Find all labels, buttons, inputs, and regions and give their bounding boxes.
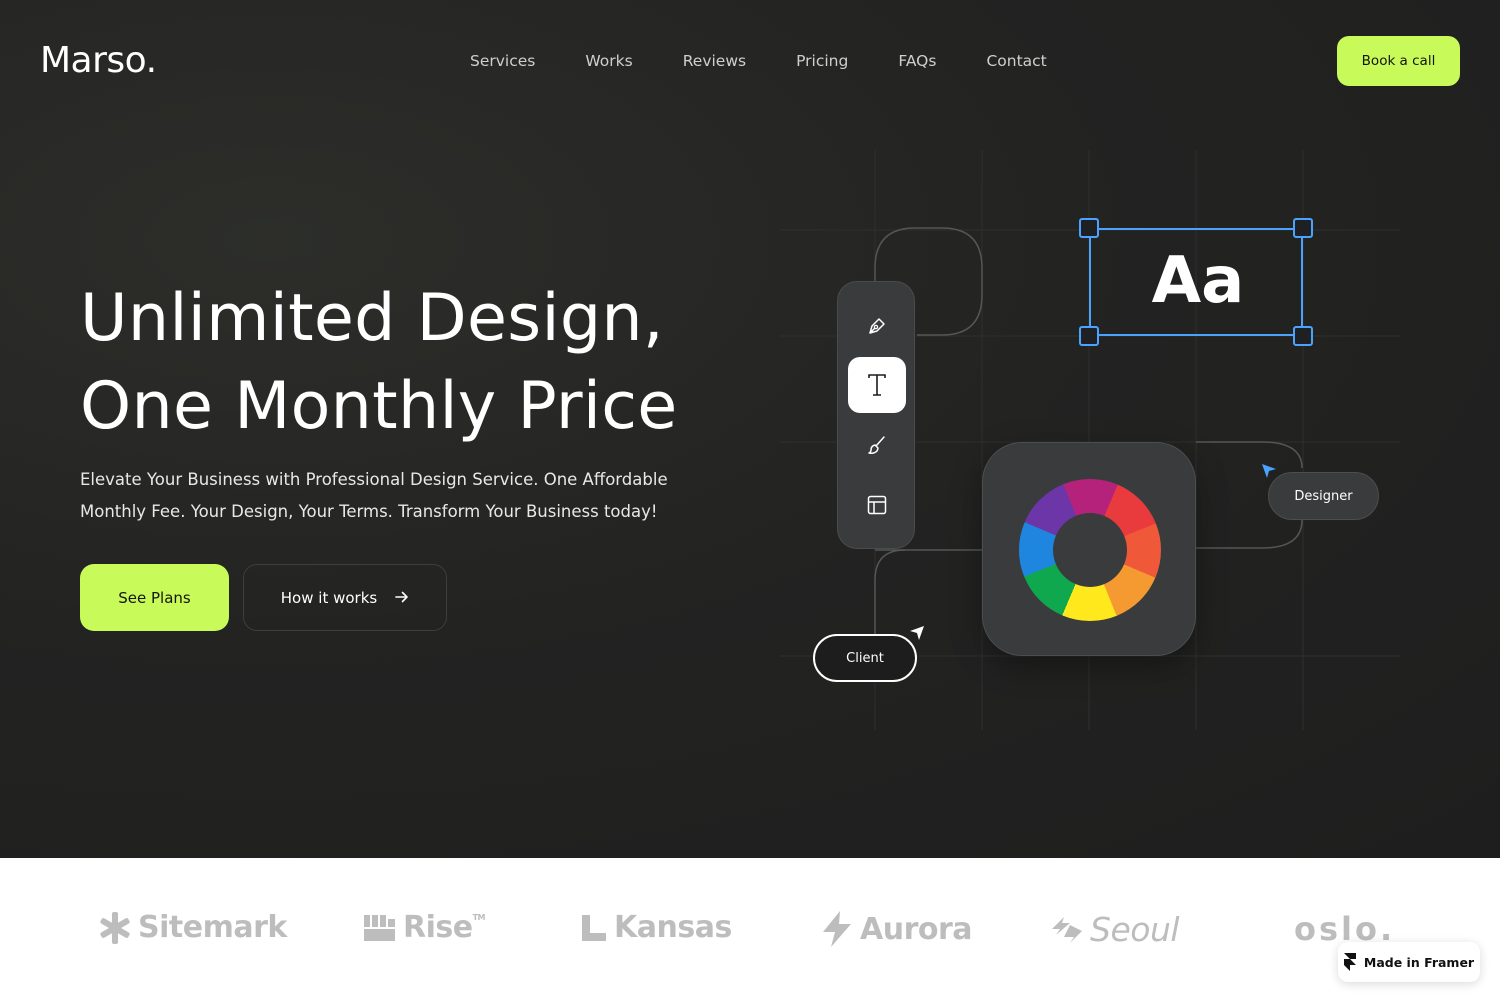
hero-section: Marso. Services Works Reviews Pricing FA… xyxy=(0,0,1500,858)
hero-subheadline: Elevate Your Business with Professional … xyxy=(80,470,668,521)
design-tool-illustration: Aa Designer Client xyxy=(780,150,1500,750)
logo-rise: Rise TM xyxy=(363,910,486,945)
client-logos-strip: Sitemark Rise TM Kansas Aurora Seoul oslo… xyxy=(0,858,1500,1000)
aurora-icon xyxy=(823,911,851,947)
brush-tool-icon[interactable] xyxy=(848,417,906,473)
logo-kansas: Kansas xyxy=(580,910,732,945)
text-tool-icon[interactable] xyxy=(848,357,906,413)
tool-palette xyxy=(837,281,915,549)
color-wheel-center xyxy=(1053,513,1127,587)
sitemark-icon xyxy=(100,911,130,944)
how-it-works-label: How it works xyxy=(280,588,378,607)
nav-link-contact[interactable]: Contact xyxy=(986,52,1046,70)
headline-line-1: Unlimited Design, xyxy=(80,281,664,356)
rise-icon xyxy=(364,914,395,941)
main-nav: Services Works Reviews Pricing FAQs Cont… xyxy=(470,52,1047,70)
kansas-icon xyxy=(582,914,606,941)
text-sample: Aa xyxy=(1151,244,1245,318)
designer-label: Designer xyxy=(1268,472,1379,520)
color-wheel xyxy=(1019,479,1161,621)
resize-handle-top-right[interactable] xyxy=(1293,218,1313,238)
nav-link-pricing[interactable]: Pricing xyxy=(796,52,848,70)
how-it-works-button[interactable]: How it works xyxy=(243,564,447,631)
see-plans-button[interactable]: See Plans xyxy=(80,564,229,631)
color-wheel-app-icon xyxy=(982,442,1196,656)
resize-handle-bottom-left[interactable] xyxy=(1079,326,1099,346)
made-in-framer-badge[interactable]: Made in Framer xyxy=(1338,942,1480,982)
seoul-icon xyxy=(1052,916,1082,943)
arrow-right-icon xyxy=(395,589,409,607)
pen-tool-icon[interactable] xyxy=(848,298,906,354)
nav-link-faqs[interactable]: FAQs xyxy=(898,52,936,70)
book-a-call-button[interactable]: Book a call xyxy=(1337,36,1460,86)
nav-link-works[interactable]: Works xyxy=(585,52,632,70)
hero-headline: Unlimited Design, One Monthly Price xyxy=(80,275,678,451)
logo-sitemark: Sitemark xyxy=(98,910,287,945)
framer-icon xyxy=(1343,953,1356,971)
logo-seoul: Seoul xyxy=(1050,910,1180,949)
resize-handle-top-left[interactable] xyxy=(1079,218,1099,238)
headline-line-2: One Monthly Price xyxy=(80,369,678,444)
resize-handle-bottom-right[interactable] xyxy=(1293,326,1313,346)
layout-tool-icon[interactable] xyxy=(848,477,906,533)
client-label: Client xyxy=(813,634,917,682)
client-cursor-icon xyxy=(910,626,924,640)
nav-link-services[interactable]: Services xyxy=(470,52,535,70)
text-selection-frame[interactable]: Aa xyxy=(1079,218,1313,346)
logo-aurora: Aurora xyxy=(820,910,973,948)
nav-link-reviews[interactable]: Reviews xyxy=(683,52,746,70)
site-logo[interactable]: Marso. xyxy=(40,40,157,81)
